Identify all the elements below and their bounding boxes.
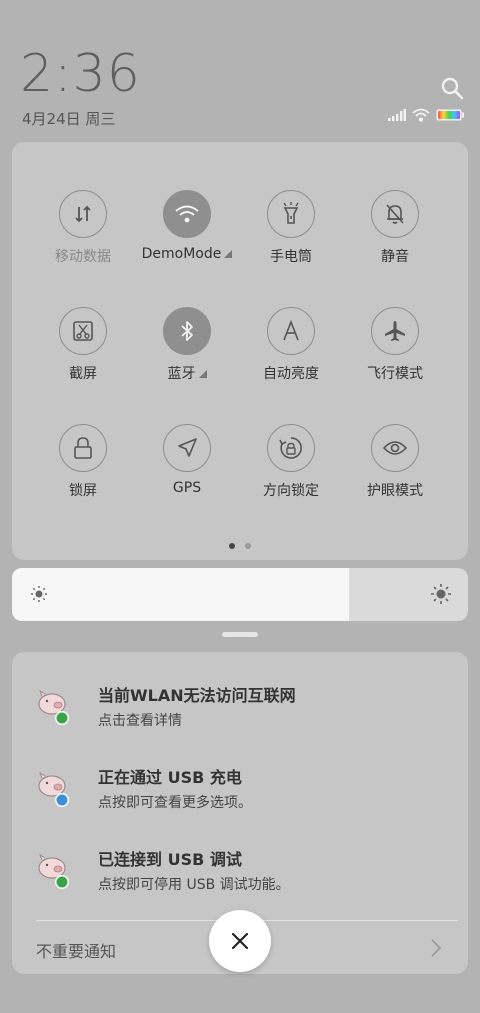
notification-title: 当前WLAN无法访问互联网 (98, 686, 296, 705)
chevron-right-icon[interactable] (430, 938, 442, 962)
tile-label: 手电筒 (270, 249, 312, 265)
battery-icon (436, 109, 464, 121)
tile-lock-screen[interactable]: 锁屏 (31, 424, 135, 524)
tile-label: 飞行模式 (367, 366, 423, 382)
tile-mobile-data[interactable]: 移动数据 (31, 190, 135, 290)
clock-time[interactable]: 2:36 (20, 44, 141, 104)
tile-screenshot[interactable]: 截屏 (31, 307, 135, 407)
notification-title: 已连接到 USB 调试 (98, 850, 242, 869)
notification-item[interactable]: 正在通过 USB 充电 点按即可查看更多选项。 (36, 764, 456, 826)
status-badge (56, 712, 68, 724)
airplane-icon (371, 307, 419, 355)
quick-settings-panel: 移动数据 DemoMode 手电筒 静音 截屏 蓝牙 自动亮度 飞行模式 锁屏 … (12, 142, 468, 560)
eye-icon (371, 424, 419, 472)
less-important-notifications[interactable]: 不重要通知 (36, 938, 116, 962)
drag-handle[interactable] (222, 632, 258, 637)
brightness-high-icon (430, 583, 452, 609)
page-dot-active (229, 543, 235, 549)
tile-rotation-lock[interactable]: 方向锁定 (239, 424, 343, 524)
notification-body: 点击查看详情 (98, 713, 182, 729)
tile-label: 蓝牙 (135, 363, 239, 383)
tile-label: 护眼模式 (367, 483, 423, 499)
tile-gps[interactable]: GPS (135, 424, 239, 524)
mobile-data-icon (59, 190, 107, 238)
tile-label: 方向锁定 (263, 483, 319, 499)
notification-item[interactable]: 当前WLAN无法访问互联网 点击查看详情 (36, 682, 456, 744)
brightness-low-icon (30, 585, 48, 607)
android-pig-icon (36, 852, 72, 892)
wifi-icon (163, 190, 211, 238)
tile-label: 静音 (381, 249, 409, 265)
tile-bluetooth[interactable]: 蓝牙 (135, 307, 239, 407)
tile-auto-brightness[interactable]: 自动亮度 (239, 307, 343, 407)
tile-airplane[interactable]: 飞行模式 (343, 307, 447, 407)
screenshot-icon (59, 307, 107, 355)
gps-icon (163, 424, 211, 472)
notification-body: 点按即可查看更多选项。 (98, 795, 252, 811)
brightness-slider[interactable] (12, 568, 468, 621)
search-icon[interactable] (440, 76, 464, 100)
date-label[interactable]: 4月24日 周三 (22, 108, 115, 129)
android-pig-icon (36, 770, 72, 810)
lock-icon (59, 424, 107, 472)
clear-all-button[interactable] (209, 910, 271, 972)
notification-body: 点按即可停用 USB 调试功能。 (98, 877, 290, 893)
tile-flashlight[interactable]: 手电筒 (239, 190, 343, 290)
expand-triangle-icon (198, 370, 207, 378)
status-badge (56, 794, 68, 806)
tile-wifi[interactable]: DemoMode (135, 190, 239, 290)
tile-label: DemoMode (135, 246, 239, 262)
auto-brightness-icon (267, 307, 315, 355)
tile-eye-care[interactable]: 护眼模式 (343, 424, 447, 524)
notification-item[interactable]: 已连接到 USB 调试 点按即可停用 USB 调试功能。 (36, 846, 456, 908)
rotation-lock-icon (267, 424, 315, 472)
notification-title: 正在通过 USB 充电 (98, 768, 242, 787)
tile-label: 截屏 (69, 366, 97, 382)
bluetooth-icon (163, 307, 211, 355)
tile-label: 移动数据 (55, 249, 111, 265)
flashlight-icon (267, 190, 315, 238)
tile-mute[interactable]: 静音 (343, 190, 447, 290)
tile-label: 锁屏 (69, 483, 97, 499)
status-badge (56, 876, 68, 888)
brightness-fill (12, 568, 350, 621)
wifi-status-icon (412, 108, 430, 122)
page-indicator (0, 534, 480, 553)
signal-icon (388, 109, 406, 121)
status-icons (388, 108, 464, 122)
android-pig-icon (36, 688, 72, 728)
close-icon (231, 932, 249, 950)
mute-bell-icon (371, 190, 419, 238)
tile-label: 自动亮度 (263, 366, 319, 382)
tile-label: GPS (172, 480, 202, 496)
expand-triangle-icon (224, 250, 233, 258)
page-dot (245, 543, 251, 549)
